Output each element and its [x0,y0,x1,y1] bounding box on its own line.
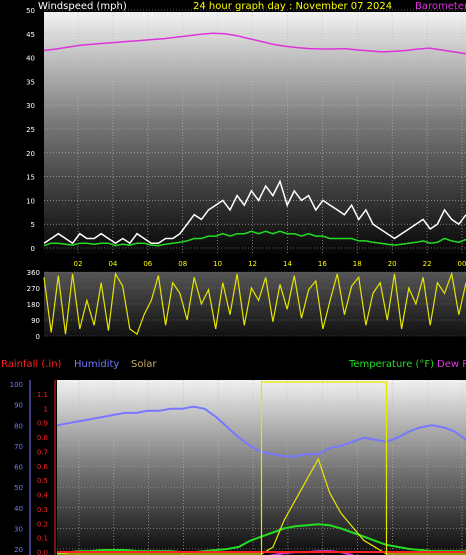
wind-y-tick: 25 [26,126,35,134]
wind-y-tick: 40 [26,55,35,63]
temperature-legend: Temperature (°F) [348,359,434,370]
direction-panel: 0 90 180 270 360 [27,269,466,341]
direction-y-tick: 90 [31,317,40,325]
humidity-legend: Humidity [74,359,119,370]
wind-y-tick: 15 [26,174,35,182]
rain-y-tick: 0.9 [37,420,48,428]
humidity-y-tick: 70 [14,443,23,451]
wind-y-tick: 5 [31,221,35,229]
wind-y-axis: 0 5 10 15 20 25 30 35 40 45 50 [26,7,35,253]
wind-x-tick: 06 [143,260,152,268]
dew-legend: Dew P [437,359,466,370]
direction-y-tick: 0 [36,333,40,341]
wind-x-tick: 12 [248,260,257,268]
wind-y-tick: 30 [26,102,35,110]
solar-legend: Solar [131,359,157,370]
rain-y-tick: 0.7 [37,448,48,456]
bottom-legend: Rainfall (.in) Humidity Solar Temperatur… [1,359,466,370]
wind-x-tick: 16 [318,260,327,268]
humidity-y-tick: 90 [14,402,23,410]
wind-y-tick: 0 [31,245,35,253]
humidity-y-tick: 40 [14,505,23,513]
wind-plot-area [44,12,466,254]
wind-x-tick: 22 [423,260,432,268]
direction-y-axis: 0 90 180 270 360 [27,269,40,341]
wind-x-tick: 08 [178,260,187,268]
humidity-y-axis: 20 30 40 50 60 70 80 90 100 [10,381,23,554]
wind-x-tick: 20 [388,260,397,268]
wind-x-tick: 04 [108,260,117,268]
rainfall-legend: Rainfall (.in) [1,359,62,370]
wind-y-tick: 10 [26,197,35,205]
rain-y-tick: 0.8 [37,434,48,442]
rain-y-tick: 0.1 [37,535,48,543]
barometer-axis-title: Barometer [415,1,466,12]
rain-y-tick: 0.5 [37,477,48,485]
rain-y-tick: 1.1 [37,391,48,399]
wind-y-tick: 20 [26,150,35,158]
rain-y-axis: 0.0 0.1 0.2 0.3 0.4 0.5 0.6 0.7 0.8 0.9 1 1.1 [37,391,49,555]
humidity-y-tick: 30 [14,525,23,533]
rain-y-tick: 0.6 [37,463,49,471]
wind-y-tick: 45 [26,31,35,39]
wind-x-tick: 00 [458,260,466,268]
direction-y-tick: 180 [27,301,40,309]
rain-y-tick: 0.0 [37,549,48,555]
rain-y-tick: 0.3 [37,506,48,514]
wind-y-tick: 35 [26,78,35,86]
direction-y-tick: 360 [27,269,40,277]
rain-y-tick: 0.4 [37,492,49,500]
humidity-y-tick: 60 [14,464,23,472]
humidity-y-tick: 20 [14,546,23,554]
rain-y-tick: 1 [44,405,48,413]
humidity-y-tick: 100 [10,381,23,389]
direction-y-tick: 270 [27,285,40,293]
wind-x-tick: 02 [74,260,83,268]
weather-graph-canvas: 05101520253035404550 02 04 06 08 10 12 14 16 18 2… [1,1,466,555]
wind-panel: 0 5 10 15 20 25 30 35 40 45 50 02 04 06 08 10 12 14 16 18 2… [26,1,466,268]
bottom-panel: 2030405060708090100 0.00.10.20.30.40.50.… [10,380,466,555]
wind-x-tick: 18 [353,260,362,268]
rain-y-tick: 0.2 [37,520,48,528]
graph-date-title: 24 hour graph day : November 07 2024 [193,1,392,12]
wind-x-tick: 10 [213,260,222,268]
wind-y-tick: 50 [26,7,35,15]
wind-x-axis: 02 04 06 08 10 12 14 16 18 20 22 00 [74,260,466,268]
wind-axis-title: Windspeed (mph) [38,1,127,12]
humidity-y-tick: 50 [14,484,23,492]
wind-x-tick: 14 [283,260,292,268]
humidity-y-tick: 80 [14,422,23,430]
